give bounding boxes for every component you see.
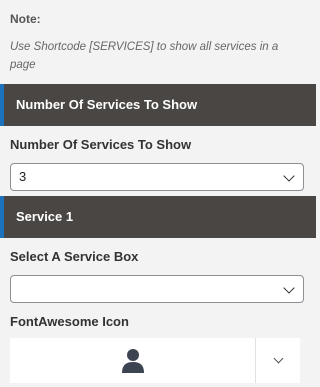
chevron-down-icon (283, 170, 295, 182)
section-header-services-count[interactable]: Number Of Services To Show (0, 84, 316, 126)
user-icon (122, 349, 144, 373)
services-count-select[interactable]: 3 (10, 163, 304, 191)
services-count-value: 3 (19, 169, 27, 184)
section-header-service-1[interactable]: Service 1 (0, 196, 316, 238)
service-box-label: Select A Service Box (10, 249, 139, 264)
services-count-label: Number Of Services To Show (10, 137, 192, 152)
chevron-down-icon (273, 353, 284, 364)
service-box-select[interactable] (10, 275, 304, 303)
fontawesome-icon-picker[interactable] (10, 338, 300, 383)
icon-label: FontAwesome Icon (10, 314, 129, 329)
note-text: Use Shortcode [SERVICES] to show all ser… (10, 41, 279, 71)
icon-dropdown-toggle[interactable] (255, 338, 300, 383)
chevron-down-icon (283, 282, 295, 294)
icon-preview[interactable] (10, 338, 255, 383)
note-title: Note: (10, 12, 41, 26)
